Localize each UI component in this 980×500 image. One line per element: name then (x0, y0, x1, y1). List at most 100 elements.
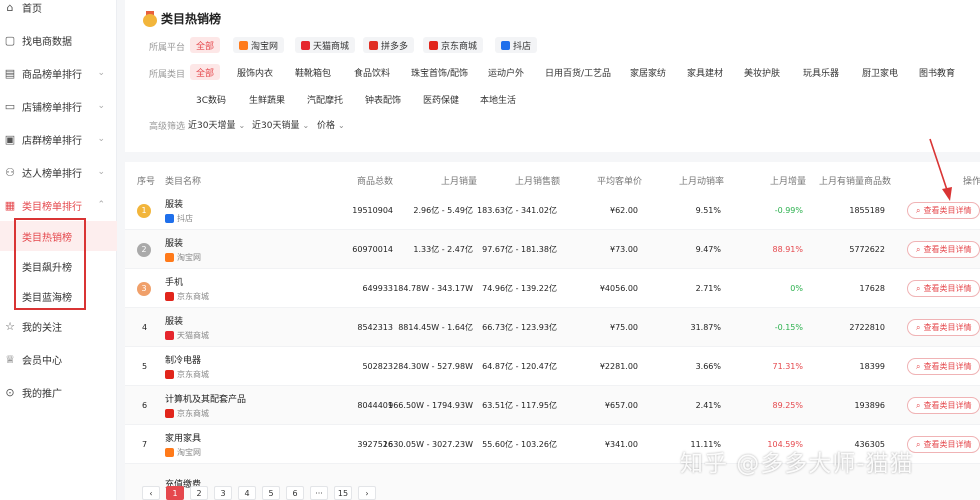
view-category-detail-button[interactable]: ⌕ 查看类目详情 (907, 358, 980, 375)
platform-chip[interactable]: 拼多多 (363, 37, 415, 53)
col-header-rate[interactable]: 上月动销率 (679, 174, 724, 187)
category-chip[interactable]: 医药保健 (417, 91, 465, 107)
advanced-filter-30d-sales[interactable]: 近30天销量 ⌄ (252, 118, 309, 131)
page-button[interactable]: 5 (262, 486, 280, 500)
chevron-down-icon: ⌄ (97, 101, 105, 111)
page-button[interactable]: 1 (166, 486, 184, 500)
table-row[interactable]: 5 制冷电器 京东商城 502823 284.30W - 527.98W 64.87亿 -… (125, 347, 980, 386)
rank-cell: 7 (137, 425, 157, 464)
sidebar-item-promote[interactable]: ⊙ 我的推广 (0, 377, 117, 407)
avg-price-cell: ¥73.00 (610, 245, 638, 254)
category-name[interactable]: 制冷电器 (165, 353, 209, 366)
sidebar-item-home[interactable]: ⌂ 首页 (0, 0, 117, 22)
prev-page-button[interactable]: ‹ (142, 486, 160, 500)
advanced-filter-text: 近30天销量 (252, 121, 300, 131)
category-chip[interactable]: 珠宝首饰/配饰 (405, 64, 474, 80)
next-page-button[interactable]: › (358, 486, 376, 500)
col-header-growth[interactable]: 上月增量 (770, 174, 806, 187)
category-chip[interactable]: 图书教育 (913, 64, 961, 80)
detail-button-label: 查看类目详情 (923, 323, 972, 332)
category-chip[interactable]: 鞋靴箱包 (289, 64, 337, 80)
platform-tag: 京东商城 (165, 408, 246, 419)
sell-through-cell: 2.41% (695, 401, 721, 410)
category-chip[interactable]: 生鲜蔬果 (243, 91, 291, 107)
category-chip[interactable]: 3C数码 (190, 91, 232, 107)
page-button[interactable]: 15 (334, 486, 352, 500)
table-row[interactable]: 4 服装 天猫商城 8542313 8814.45W - 1.64亿 66.73亿 - 1… (125, 308, 980, 347)
platform-tag: 天猫商城 (165, 330, 209, 341)
category-name[interactable]: 计算机及其配套产品 (165, 392, 246, 405)
table-row[interactable]: 6 计算机及其配套产品 京东商城 8044401 966.50W - 1794.93W 6… (125, 386, 980, 425)
sidebar-item-goods-rank[interactable]: ▤ 商品榜单排行 ⌄ (0, 58, 117, 88)
col-header-rank[interactable]: 序号 (137, 174, 155, 187)
category-chip[interactable]: 厨卫家电 (856, 64, 904, 80)
sidebar-item-label: 我的推广 (22, 388, 62, 400)
col-header-name[interactable]: 类目名称 (165, 174, 201, 187)
shop-rank-icon: ▭ (4, 99, 16, 113)
page-button[interactable]: 6 (286, 486, 304, 500)
sidebar-item-follow[interactable]: ☆ 我的关注 (0, 311, 117, 341)
col-header-sales[interactable]: 上月销量 (441, 174, 477, 187)
medal-icon (143, 10, 157, 27)
category-chip[interactable]: 运动户外 (482, 64, 530, 80)
category-chip[interactable]: 玩具乐器 (797, 64, 845, 80)
page-button[interactable]: 4 (238, 486, 256, 500)
monthly-sales-cell: 8814.45W - 1.64亿 (398, 323, 473, 332)
advanced-filter-price[interactable]: 价格 ⌄ (317, 118, 345, 131)
platform-chip[interactable]: 天猫商城 (295, 37, 356, 53)
category-name[interactable]: 家用家具 (165, 431, 201, 444)
page-button[interactable]: ··· (310, 486, 328, 500)
view-category-detail-button[interactable]: ⌕ 查看类目详情 (907, 397, 980, 414)
platform-logo-icon (165, 331, 174, 340)
view-category-detail-button[interactable]: ⌕ 查看类目详情 (907, 319, 980, 336)
category-chip[interactable]: 家居家纺 (624, 64, 672, 80)
category-chip[interactable]: 全部 (190, 64, 221, 80)
sidebar-item-vip[interactable]: ♕ 会员中心 (0, 344, 117, 374)
table-row[interactable]: 2 服装 淘宝网 60970014 1.33亿 - 2.47亿 97.67亿 - 181.… (125, 230, 980, 269)
view-category-detail-button[interactable]: ⌕ 查看类目详情 (907, 241, 980, 258)
platform-logo-icon (239, 40, 248, 50)
platform-chip[interactable]: 淘宝网 (233, 37, 285, 53)
sidebar-item-find-data[interactable]: ▢ 找电商数据 (0, 25, 117, 55)
category-chip[interactable]: 钟表配饰 (359, 91, 407, 107)
category-name[interactable]: 服装 (165, 236, 201, 249)
col-header-total[interactable]: 商品总数 (357, 174, 393, 187)
table-row[interactable]: 3 手机 京东商城 649933 184.78W - 343.17W 74.96亿 - 1… (125, 269, 980, 308)
name-block: 计算机及其配套产品 京东商城 (165, 392, 246, 419)
col-header-sold-count[interactable]: 上月有销量商品数 (819, 174, 891, 187)
advanced-filter-30d-growth[interactable]: 近30天增量 ⌄ (188, 118, 245, 131)
platform-chip[interactable]: 抖店 (495, 37, 538, 53)
growth-cell: 88.91% (772, 245, 803, 254)
category-chip[interactable]: 家具建材 (681, 64, 729, 80)
sidebar-item-shop-group-rank[interactable]: ▣ 店群榜单排行 ⌄ (0, 124, 117, 154)
sidebar-item-shop-rank[interactable]: ▭ 店铺榜单排行 ⌄ (0, 91, 117, 121)
monthly-sales-cell: 2.96亿 - 5.49亿 (413, 206, 473, 215)
platform-chip[interactable]: 京东商城 (423, 37, 484, 53)
platform-chip[interactable]: 全部 (190, 37, 221, 53)
sold-products-cell: 1855189 (849, 206, 885, 215)
view-category-detail-button[interactable]: ⌕ 查看类目详情 (907, 436, 980, 453)
page-button[interactable]: 3 (214, 486, 232, 500)
platform-name: 京东商城 (177, 370, 209, 379)
category-name[interactable]: 手机 (165, 275, 209, 288)
platform-tag: 京东商城 (165, 291, 209, 302)
category-chip[interactable]: 汽配摩托 (301, 91, 349, 107)
view-category-detail-button[interactable]: ⌕ 查看类目详情 (907, 280, 980, 297)
sidebar-item-category-rank[interactable]: ▦ 类目榜单排行 ⌃ (0, 190, 117, 220)
avg-price-cell: ¥2281.00 (599, 362, 638, 371)
rank-cell: 3 (137, 269, 157, 308)
category-name[interactable]: 服装 (165, 314, 209, 327)
sidebar-item-influencer-rank[interactable]: ⚇ 达人榜单排行 ⌄ (0, 157, 117, 187)
category-name[interactable]: 服装 (165, 197, 193, 210)
sold-products-cell: 193896 (854, 401, 885, 410)
category-chip[interactable]: 服饰内衣 (231, 64, 279, 80)
category-chip[interactable]: 日用百货/工艺品 (539, 64, 617, 80)
table-row[interactable]: 1 服装 抖店 19510904 2.96亿 - 5.49亿 183.63亿 - 341.… (125, 191, 980, 230)
col-header-price[interactable]: 平均客单价 (597, 174, 642, 187)
monthly-amount-cell: 66.73亿 - 123.93亿 (482, 323, 557, 332)
category-chip[interactable]: 食品饮料 (348, 64, 396, 80)
page-button[interactable]: 2 (190, 486, 208, 500)
category-chip[interactable]: 本地生活 (474, 91, 522, 107)
col-header-amount[interactable]: 上月销售额 (515, 174, 560, 187)
category-chip[interactable]: 美妆护肤 (738, 64, 786, 80)
